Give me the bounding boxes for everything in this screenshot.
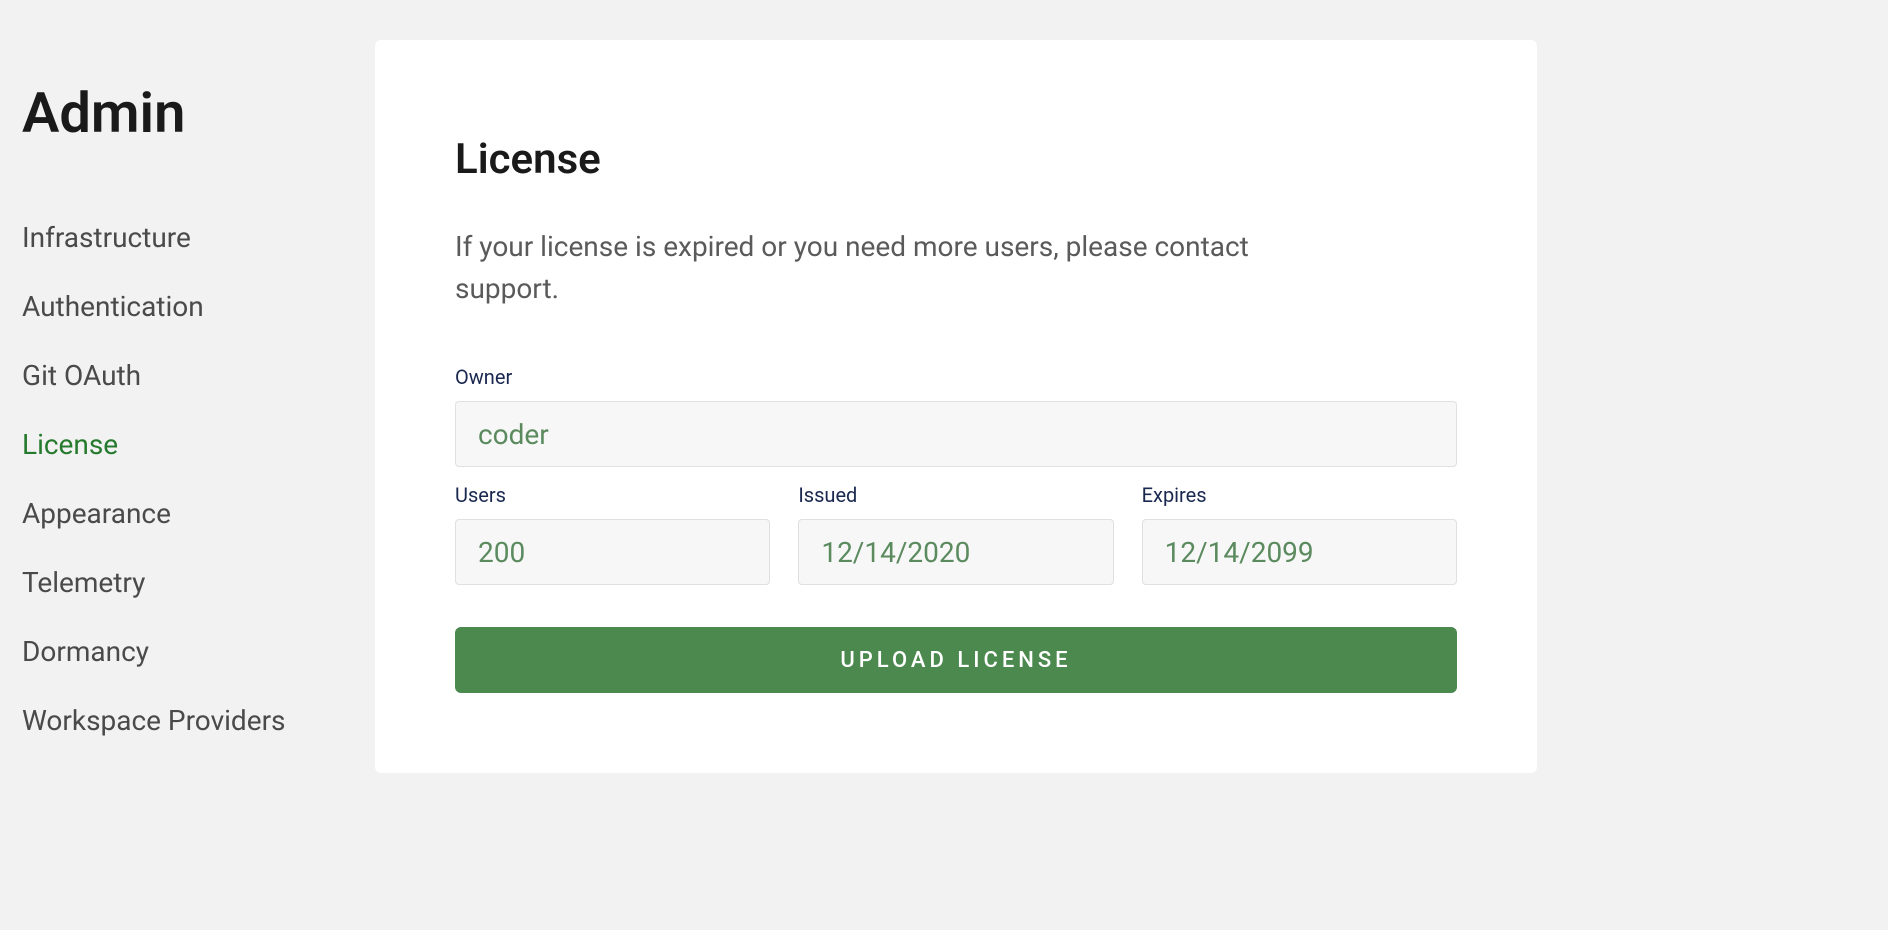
sidebar-item-telemetry[interactable]: Telemetry: [22, 566, 375, 599]
license-details-row: Users Issued Expires: [455, 483, 1457, 585]
owner-group: Owner: [455, 365, 1457, 467]
upload-license-button[interactable]: UPLOAD LICENSE: [455, 627, 1457, 693]
sidebar-item-appearance[interactable]: Appearance: [22, 497, 375, 530]
sidebar-item-git-oauth[interactable]: Git OAuth: [22, 359, 375, 392]
page-subtitle: If your license is expired or you need m…: [455, 226, 1275, 310]
issued-label: Issued: [798, 483, 1113, 507]
sidebar-item-workspace-providers[interactable]: Workspace Providers: [22, 704, 375, 737]
expires-group: Expires: [1142, 483, 1457, 585]
issued-field[interactable]: [798, 519, 1113, 585]
sidebar-item-dormancy[interactable]: Dormancy: [22, 635, 375, 668]
users-field[interactable]: [455, 519, 770, 585]
sidebar-item-authentication[interactable]: Authentication: [22, 290, 375, 323]
sidebar-nav: Infrastructure Authentication Git OAuth …: [22, 221, 375, 737]
page-title: License: [455, 135, 1457, 184]
sidebar: Admin Infrastructure Authentication Git …: [0, 40, 375, 773]
sidebar-title: Admin: [22, 80, 375, 146]
expires-label: Expires: [1142, 483, 1457, 507]
users-label: Users: [455, 483, 770, 507]
issued-group: Issued: [798, 483, 1113, 585]
users-group: Users: [455, 483, 770, 585]
expires-field[interactable]: [1142, 519, 1457, 585]
owner-field[interactable]: [455, 401, 1457, 467]
sidebar-item-license[interactable]: License: [22, 428, 375, 461]
sidebar-item-infrastructure[interactable]: Infrastructure: [22, 221, 375, 254]
owner-label: Owner: [455, 365, 1457, 389]
main-card: License If your license is expired or yo…: [375, 40, 1537, 773]
